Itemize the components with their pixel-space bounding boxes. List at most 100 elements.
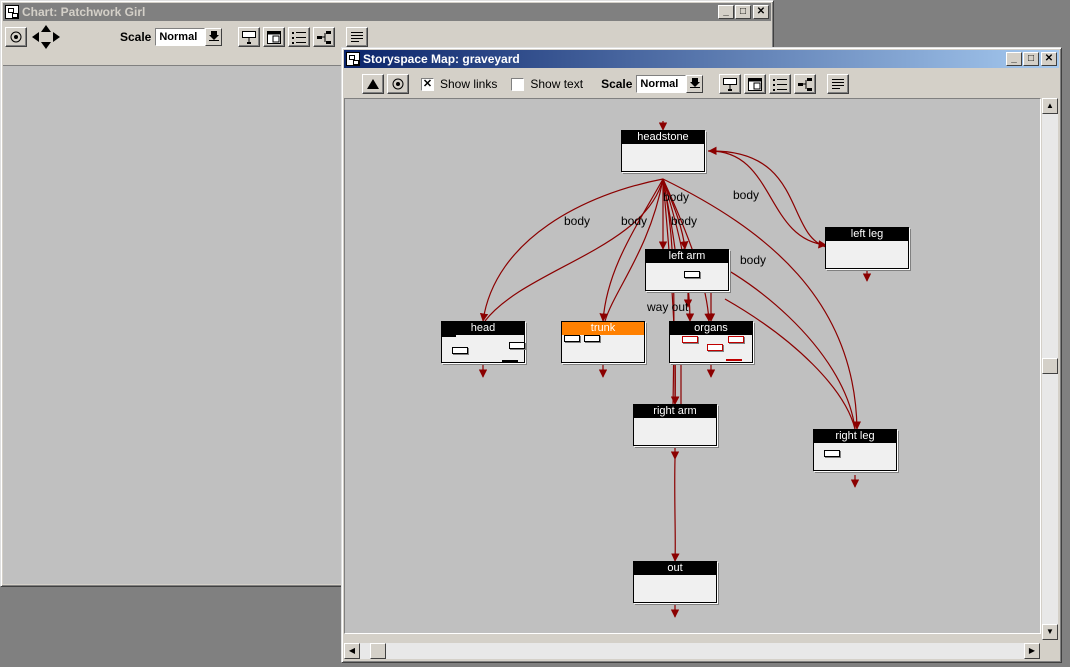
node-title: left leg	[826, 228, 908, 241]
scroll-right-arrow[interactable]: ▶	[1024, 643, 1040, 659]
treemap-view-icon	[267, 30, 282, 44]
close-button[interactable]: ✕	[753, 5, 769, 19]
link-label-body: body	[733, 188, 759, 202]
nested-note[interactable]	[707, 344, 723, 351]
maximize-button[interactable]: □	[1023, 52, 1039, 66]
outline-view-icon	[773, 78, 788, 91]
node-right-leg[interactable]: right leg	[813, 429, 897, 471]
link-label-body: body	[671, 214, 697, 228]
nested-note[interactable]	[442, 335, 456, 337]
link-headstone-leftleg-1	[707, 150, 827, 249]
node-organs[interactable]: organs	[669, 321, 753, 363]
dropdown-arrow-icon	[208, 31, 219, 41]
target-icon	[392, 78, 404, 90]
size-grip[interactable]	[1042, 643, 1058, 659]
show-links-checkbox[interactable]: ✕	[421, 77, 434, 91]
map-window: Storyspace Map: graveyard _ □ ✕ ✕ Show l…	[341, 47, 1062, 663]
node-head[interactable]: head	[441, 321, 525, 363]
node-title: right leg	[814, 430, 896, 443]
chart-view-treemap-button[interactable]	[263, 27, 286, 47]
map-toolbar: ✕ Show links Show text Scale Normal	[344, 70, 1059, 98]
node-title: out	[634, 562, 716, 575]
vertical-scroll-thumb[interactable]	[1042, 358, 1058, 374]
scroll-left-arrow[interactable]: ◀	[344, 643, 360, 659]
show-text-checkbox[interactable]	[511, 77, 525, 91]
pan-arrows-button[interactable]	[30, 24, 62, 50]
text-lines-icon	[351, 31, 364, 42]
scroll-down-arrow[interactable]: ▼	[1042, 624, 1058, 640]
target-icon	[10, 31, 22, 43]
node-title: left arm	[646, 250, 728, 263]
chart-window-titlebar[interactable]: Chart: Patchwork Girl _ □ ✕	[3, 3, 771, 21]
map-view-icon	[723, 77, 738, 91]
chart-view-button[interactable]	[794, 74, 817, 94]
storyspace-map-icon	[346, 52, 360, 66]
outline-view-button[interactable]	[769, 74, 792, 94]
node-headstone[interactable]: headstone	[621, 130, 705, 172]
treemap-view-button[interactable]	[744, 74, 767, 94]
minimize-button[interactable]: _	[1006, 52, 1022, 66]
nested-note[interactable]	[684, 271, 700, 278]
minimize-button[interactable]: _	[718, 5, 734, 19]
link-label-body: body	[564, 214, 590, 228]
node-title: head	[442, 322, 524, 335]
nested-note[interactable]	[564, 335, 580, 342]
link-headstone-leftleg-2	[708, 146, 827, 248]
link-label-body: body	[663, 190, 689, 204]
node-left-arm[interactable]: left arm	[645, 249, 729, 291]
vertical-scrollbar[interactable]: ▲ ▼	[1042, 98, 1058, 640]
chart-text-view-button[interactable]	[346, 27, 369, 47]
map-scale-field[interactable]: Normal	[636, 75, 687, 93]
treemap-view-icon	[748, 77, 763, 91]
maximize-button[interactable]: □	[735, 5, 751, 19]
node-left-leg[interactable]: left leg	[825, 227, 909, 269]
nested-note[interactable]	[509, 342, 525, 349]
close-button[interactable]: ✕	[1041, 52, 1057, 66]
dropdown-arrow-icon	[689, 78, 700, 88]
chart-view-outline-button[interactable]	[288, 27, 311, 47]
map-canvas[interactable]: body body body body body body way out he…	[344, 98, 1041, 634]
chart-view-icon	[317, 30, 332, 44]
map-window-title: Storyspace Map: graveyard	[363, 52, 520, 66]
show-links-label: Show links	[440, 77, 498, 91]
target-tool-button[interactable]	[5, 27, 27, 47]
nested-note[interactable]	[502, 360, 518, 362]
chart-scale-dropdown-button[interactable]	[205, 28, 223, 46]
nested-note[interactable]	[584, 335, 600, 342]
node-out[interactable]: out	[633, 561, 717, 603]
node-right-arm[interactable]: right arm	[633, 404, 717, 446]
nested-note[interactable]	[824, 450, 840, 457]
chart-window-title: Chart: Patchwork Girl	[22, 5, 146, 19]
link-rightarm-out-2	[671, 458, 680, 562]
nested-note[interactable]	[452, 347, 468, 354]
up-triangle-icon	[367, 79, 379, 89]
show-text-label: Show text	[530, 77, 584, 91]
horizontal-scroll-thumb[interactable]	[370, 643, 386, 659]
link-headstone-head-1	[479, 178, 664, 322]
link-layer: body body body body body body way out	[478, 121, 872, 618]
node-title: organs	[670, 322, 752, 335]
nested-note[interactable]	[728, 336, 744, 343]
horizontal-scrollbar[interactable]: ◀ ▶	[344, 643, 1040, 659]
node-title: headstone	[622, 131, 704, 144]
link-label-body: body	[740, 253, 766, 267]
target-tool-button[interactable]	[387, 74, 409, 94]
map-scale-dropdown-button[interactable]	[686, 75, 704, 93]
up-level-button[interactable]	[362, 74, 384, 94]
text-lines-icon	[832, 78, 845, 89]
text-view-button[interactable]	[827, 74, 850, 94]
map-scale-label: Scale	[601, 77, 633, 91]
scroll-up-arrow[interactable]: ▲	[1042, 98, 1058, 114]
map-window-titlebar[interactable]: Storyspace Map: graveyard _ □ ✕	[344, 50, 1059, 68]
node-title: trunk	[562, 322, 644, 335]
chart-view-map-button[interactable]	[238, 27, 261, 47]
node-trunk[interactable]: trunk	[561, 321, 645, 363]
nested-note[interactable]	[726, 359, 742, 361]
chart-view-chart-button[interactable]	[313, 27, 336, 47]
map-view-icon	[242, 30, 257, 44]
chart-scale-field[interactable]: Normal	[155, 28, 206, 46]
link-label-way-out: way out	[646, 300, 689, 314]
link-label-body: body	[621, 214, 647, 228]
nested-note[interactable]	[682, 336, 698, 343]
map-view-button[interactable]	[719, 74, 742, 94]
